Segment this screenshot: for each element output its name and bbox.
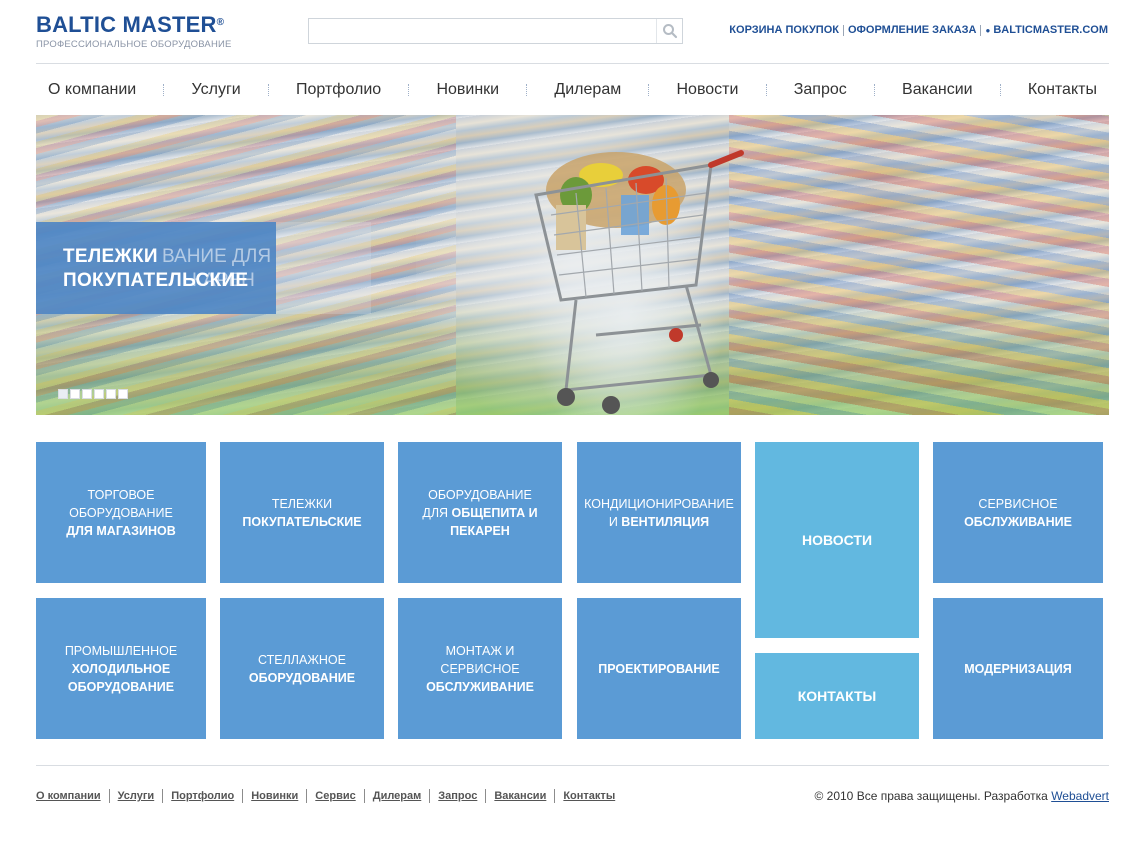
divider	[429, 789, 431, 803]
footer-link-contacts[interactable]: Контакты	[563, 790, 615, 802]
search-box	[308, 18, 683, 44]
tile-installation[interactable]: МОНТАЖ И СЕРВИСНОЕ ОБСЛУЖИВАНИЕ	[398, 598, 562, 739]
slider-dot[interactable]	[118, 389, 128, 399]
banner-title: ТЕЛЕЖКИ ПОКУПАТЕЛЬСКИЕ	[63, 246, 249, 291]
nav-divider	[163, 83, 165, 96]
tile-industrial-refrigeration[interactable]: ПРОМЫШЛЕННОЕ ХОЛОДИЛЬНОЕ ОБОРУДОВАНИЕ	[36, 598, 206, 739]
footer-link-services[interactable]: Услуги	[118, 790, 155, 802]
divider	[306, 789, 308, 803]
tile-shopping-carts[interactable]: ТЕЛЕЖКИ ПОКУПАТЕЛЬСКИЕ	[220, 442, 384, 583]
footer-link-request[interactable]: Запрос	[438, 790, 477, 802]
search-button[interactable]	[656, 19, 682, 43]
tile-modernization[interactable]: МОДЕРНИЗАЦИЯ	[933, 598, 1103, 739]
divider	[242, 789, 244, 803]
divider	[980, 24, 982, 36]
slider-dot[interactable]	[70, 389, 80, 399]
divider	[108, 789, 110, 803]
main-nav: О компании Услуги Портфолио Новинки Диле…	[36, 63, 1109, 115]
nav-divider	[408, 83, 410, 96]
nav-item-news[interactable]: Новости	[677, 81, 739, 99]
hero-banner[interactable]: ВАНИЕ ДЛЯ КАРЕН ТЕЛЕЖКИ ПОКУПАТЕЛЬСКИЕ	[36, 115, 1109, 415]
tile-contacts[interactable]: КОНТАКТЫ	[755, 653, 919, 739]
top-links: КОРЗИНА ПОКУПОК ОФОРМЛЕНИЕ ЗАКАЗА ● BALT…	[729, 24, 1108, 36]
checkout-link[interactable]: ОФОРМЛЕНИЕ ЗАКАЗА	[848, 24, 976, 36]
nav-divider	[999, 83, 1001, 96]
slider-dot[interactable]	[106, 389, 116, 399]
nav-item-services[interactable]: Услуги	[192, 81, 241, 99]
nav-divider	[765, 83, 767, 96]
footer-nav: О компании Услуги Портфолио Новинки Серв…	[36, 789, 615, 803]
nav-item-contacts[interactable]: Контакты	[1028, 81, 1097, 99]
banner-caption-ghost	[276, 222, 371, 314]
footer-link-portfolio[interactable]: Портфолио	[171, 790, 234, 802]
divider	[554, 789, 556, 803]
slider-dot[interactable]	[82, 389, 92, 399]
divider	[842, 24, 844, 36]
banner-background	[729, 115, 1109, 415]
logo-tagline: ПРОФЕССИОНАЛЬНОЕ ОБОРУДОВАНИЕ	[36, 39, 232, 50]
registered-mark: ®	[216, 17, 225, 28]
search-icon	[663, 24, 678, 39]
tile-air-conditioning[interactable]: КОНДИЦИОНИРОВАНИЕ И ВЕНТИЛЯЦИЯ	[577, 442, 741, 583]
nav-divider	[648, 83, 650, 96]
footer-link-service[interactable]: Сервис	[315, 790, 355, 802]
copyright-text: © 2010 Все права защищены. Разработка	[814, 789, 1048, 803]
slider-dot[interactable]	[58, 389, 68, 399]
footer-link-vacancies[interactable]: Вакансии	[494, 790, 546, 802]
footer-link-new[interactable]: Новинки	[251, 790, 298, 802]
nav-item-request[interactable]: Запрос	[794, 81, 847, 99]
tile-catering-equipment[interactable]: ОБОРУДОВАНИЕ ДЛЯ ОБЩЕПИТА И ПЕКАРЕН	[398, 442, 562, 583]
nav-item-portfolio[interactable]: Портфолио	[296, 81, 381, 99]
developer-link[interactable]: Webadvert	[1051, 789, 1109, 803]
copyright: © 2010 Все права защищены. Разработка We…	[814, 789, 1109, 803]
logo[interactable]: BALTIC MASTER® ПРОФЕССИОНАЛЬНОЕ ОБОРУДОВ…	[36, 12, 232, 51]
site-link[interactable]: BALTICMASTER.COM	[993, 24, 1108, 36]
slider-dots	[58, 389, 128, 399]
logo-title: BALTIC MASTER	[36, 12, 217, 37]
tile-store-equipment[interactable]: ТОРГОВОЕ ОБОРУДОВАНИЕ ДЛЯ МАГАЗИНОВ	[36, 442, 206, 583]
nav-divider	[267, 83, 269, 96]
tile-design[interactable]: ПРОЕКТИРОВАНИЕ	[577, 598, 741, 739]
search-input[interactable]	[309, 19, 654, 43]
shopping-cart-image	[534, 150, 744, 414]
nav-item-vacancies[interactable]: Вакансии	[902, 81, 973, 99]
nav-item-dealers[interactable]: Дилерам	[554, 81, 621, 99]
divider	[363, 789, 365, 803]
tile-service[interactable]: СЕРВИСНОЕ ОБСЛУЖИВАНИЕ	[933, 442, 1103, 583]
nav-item-about[interactable]: О компании	[48, 81, 136, 99]
divider	[485, 789, 487, 803]
divider	[162, 789, 164, 803]
bullet-icon: ●	[985, 25, 991, 35]
tile-shelving[interactable]: СТЕЛЛАЖНОЕ ОБОРУДОВАНИЕ	[220, 598, 384, 739]
footer-link-dealers[interactable]: Дилерам	[373, 790, 422, 802]
nav-divider	[526, 83, 528, 96]
cart-link[interactable]: КОРЗИНА ПОКУПОК	[729, 24, 839, 36]
footer-divider	[36, 765, 1109, 766]
tile-news[interactable]: НОВОСТИ	[755, 442, 919, 638]
nav-item-new[interactable]: Новинки	[436, 81, 499, 99]
nav-divider	[873, 83, 875, 96]
slider-dot[interactable]	[94, 389, 104, 399]
footer-link-about[interactable]: О компании	[36, 790, 101, 802]
